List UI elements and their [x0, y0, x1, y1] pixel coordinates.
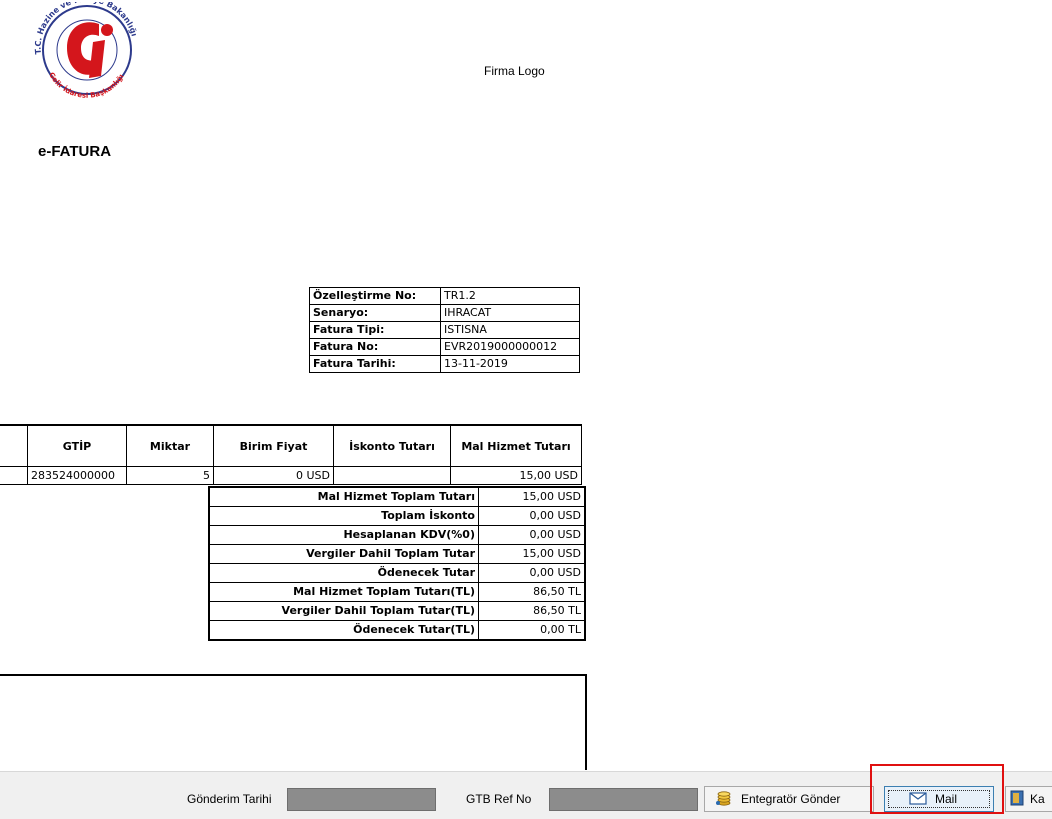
items-header-row: GTİP Miktar Birim Fiyat İskonto Tutarı M… [0, 424, 582, 467]
items-header-blank [0, 424, 28, 467]
kapat-button[interactable]: Ka [1005, 786, 1052, 812]
meta-value: IHRACAT [440, 304, 580, 322]
invoice-meta-table: Özelleştirme No: TR1.2 Senaryo: IHRACAT Fatu… [309, 287, 580, 373]
totals-key: Vergiler Dahil Toplam Tutar [208, 544, 479, 564]
totals-row: Toplam İskonto 0,00 USD [208, 506, 586, 526]
meta-row: Senaryo: IHRACAT [309, 304, 580, 322]
totals-value: 0,00 USD [478, 563, 586, 583]
meta-key: Fatura Tipi: [309, 321, 441, 339]
item-miktar: 5 [126, 466, 214, 485]
items-header-birim-fiyat: Birim Fiyat [213, 424, 334, 467]
totals-row: Vergiler Dahil Toplam Tutar 15,00 USD [208, 544, 586, 564]
meta-key: Özelleştirme No: [309, 287, 441, 305]
totals-key: Vergiler Dahil Toplam Tutar(TL) [208, 601, 479, 621]
items-table: GTİP Miktar Birim Fiyat İskonto Tutarı M… [0, 424, 582, 485]
totals-key: Ödenecek Tutar(TL) [208, 620, 479, 641]
item-birim-fiyat: 0 USD [213, 466, 334, 485]
meta-row: Fatura Tarihi: 13-11-2019 [309, 355, 580, 373]
gib-logo: T.C. Hazine ve Maliye Bakanlığı Gelir İd… [33, 2, 138, 100]
coins-icon [715, 790, 733, 809]
totals-key: Toplam İskonto [208, 506, 479, 526]
totals-value: 0,00 USD [478, 525, 586, 545]
gonderim-tarihi-label: Gönderim Tarihi [187, 792, 272, 806]
totals-key: Mal Hizmet Toplam Tutarı [208, 486, 479, 507]
firma-logo: Firma Logo [484, 64, 545, 78]
entegrator-gonder-button[interactable]: Entegratör Gönder [704, 786, 874, 812]
totals-table: Mal Hizmet Toplam Tutarı 15,00 USD Toplam … [208, 486, 586, 641]
meta-value: EVR2019000000012 [440, 338, 580, 356]
meta-key: Fatura Tarihi: [309, 355, 441, 373]
item-cell-blank [0, 466, 28, 485]
meta-row: Fatura Tipi: ISTISNA [309, 321, 580, 339]
mail-highlight-box [870, 764, 1004, 814]
totals-key: Mal Hizmet Toplam Tutarı(TL) [208, 582, 479, 602]
gtb-ref-label: GTB Ref No [466, 792, 532, 806]
totals-key: Hesaplanan KDV(%0) [208, 525, 479, 545]
item-gtip: 283524000000 [27, 466, 127, 485]
totals-row: Ödenecek Tutar(TL) 0,00 TL [208, 620, 586, 641]
totals-value: 15,00 USD [478, 486, 586, 507]
items-header-iskonto: İskonto Tutarı [333, 424, 451, 467]
meta-key: Senaryo: [309, 304, 441, 322]
item-iskonto [333, 466, 451, 485]
meta-row: Özelleştirme No: TR1.2 [309, 287, 580, 305]
meta-row: Fatura No: EVR2019000000012 [309, 338, 580, 356]
totals-row: Ödenecek Tutar 0,00 USD [208, 563, 586, 583]
totals-row: Mal Hizmet Toplam Tutarı(TL) 86,50 TL [208, 582, 586, 602]
gonderim-tarihi-field[interactable] [287, 788, 436, 811]
notes-box [0, 674, 587, 770]
items-header-gtip: GTİP [27, 424, 127, 467]
totals-value: 0,00 USD [478, 506, 586, 526]
table-row: 283524000000 5 0 USD 15,00 USD [0, 466, 582, 485]
totals-value: 15,00 USD [478, 544, 586, 564]
document-title: e-FATURA [38, 143, 112, 160]
meta-key: Fatura No: [309, 338, 441, 356]
entegrator-gonder-label: Entegratör Gönder [741, 792, 841, 806]
meta-value: ISTISNA [440, 321, 580, 339]
items-header-miktar: Miktar [126, 424, 214, 467]
totals-row: Mal Hizmet Toplam Tutarı 15,00 USD [208, 486, 586, 507]
meta-value: TR1.2 [440, 287, 580, 305]
totals-value: 86,50 TL [478, 601, 586, 621]
totals-row: Vergiler Dahil Toplam Tutar(TL) 86,50 TL [208, 601, 586, 621]
invoice-preview: T.C. Hazine ve Maliye Bakanlığı Gelir İd… [0, 0, 1052, 770]
items-header-tutar: Mal Hizmet Tutarı [450, 424, 582, 467]
totals-key: Ödenecek Tutar [208, 563, 479, 583]
totals-row: Hesaplanan KDV(%0) 0,00 USD [208, 525, 586, 545]
kapat-label: Ka [1030, 792, 1045, 806]
totals-value: 86,50 TL [478, 582, 586, 602]
door-icon [1010, 790, 1024, 809]
meta-value: 13-11-2019 [440, 355, 580, 373]
totals-value: 0,00 TL [478, 620, 586, 641]
item-tutar: 15,00 USD [450, 466, 582, 485]
gtb-ref-field[interactable] [549, 788, 698, 811]
